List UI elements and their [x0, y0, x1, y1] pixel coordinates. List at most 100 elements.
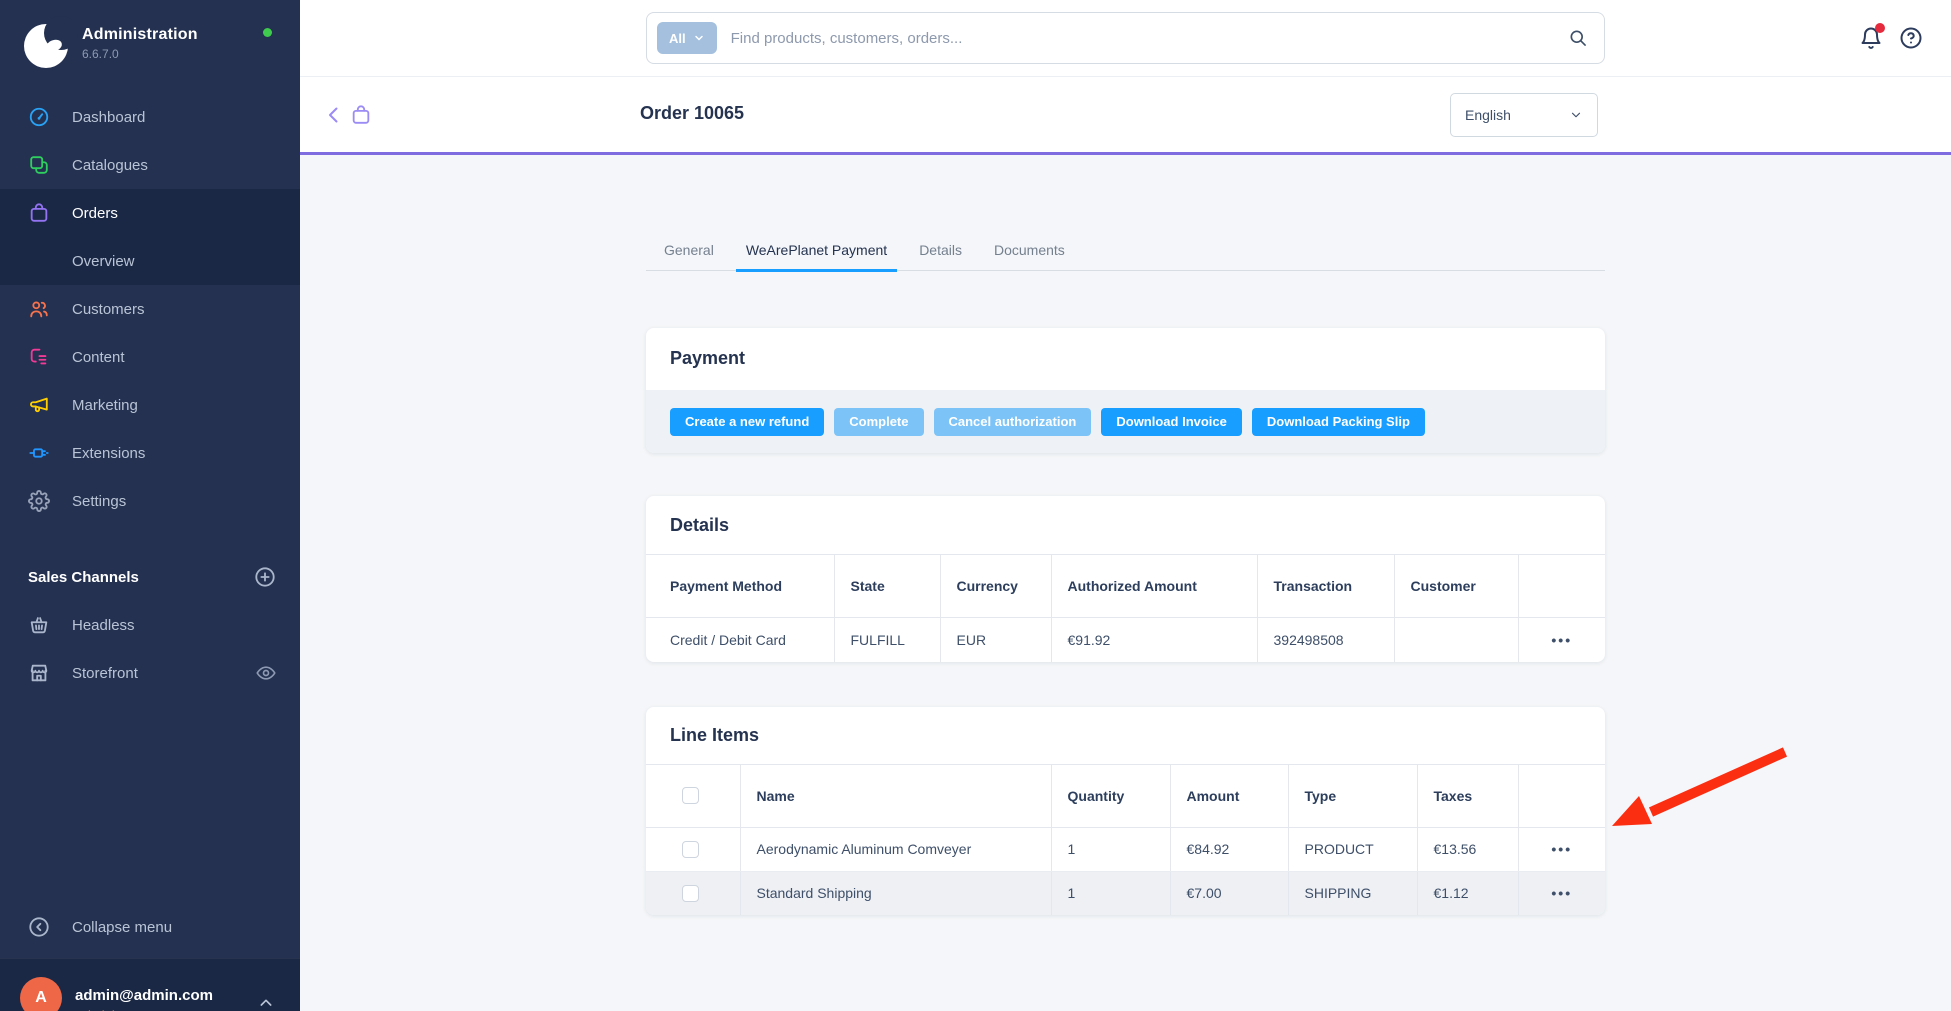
order-detail-content: General WeArePlanet Payment Details Docu…	[300, 158, 1951, 1011]
language-select[interactable]: English	[1450, 93, 1598, 137]
chevron-up-icon	[258, 995, 274, 1011]
cell-quantity: 1	[1051, 827, 1170, 871]
user-menu[interactable]: A admin@admin.com Administrator	[0, 958, 300, 1011]
sidebar-item-content[interactable]: Content	[0, 333, 300, 381]
online-status-dot	[263, 28, 272, 37]
tab-details[interactable]: Details	[909, 234, 972, 272]
column-header: Payment Method	[646, 555, 834, 618]
order-module-bag-icon[interactable]	[350, 104, 372, 126]
help-button[interactable]	[1899, 26, 1923, 50]
cancel-authorization-button[interactable]: Cancel authorization	[934, 408, 1092, 436]
cell-amount: €7.00	[1170, 871, 1288, 915]
line-items-card: Line Items Name Quantity Amount Type Tax…	[646, 707, 1605, 916]
download-packing-slip-button[interactable]: Download Packing Slip	[1252, 408, 1425, 436]
row-checkbox[interactable]	[682, 841, 699, 858]
avatar: A	[20, 977, 62, 1011]
shopware-logo-icon	[24, 24, 68, 68]
column-header: Taxes	[1417, 764, 1518, 827]
column-header: Amount	[1170, 764, 1288, 827]
column-header: Customer	[1394, 555, 1518, 618]
column-header: Currency	[940, 555, 1051, 618]
line-items-table: Name Quantity Amount Type Taxes Aerodyna…	[646, 764, 1605, 916]
search-input[interactable]	[731, 30, 1568, 47]
table-header-row: Payment Method State Currency Authorized…	[646, 555, 1605, 618]
table-row: Credit / Debit Card FULFILL EUR €91.92 3…	[646, 618, 1605, 662]
cell-amount: €84.92	[1170, 827, 1288, 871]
sidebar-item-customers[interactable]: Customers	[0, 285, 300, 333]
notification-badge	[1875, 23, 1885, 33]
details-card: Details Payment Method State Currency Au…	[646, 496, 1605, 662]
payment-details-table: Payment Method State Currency Authorized…	[646, 554, 1605, 662]
cell-type: PRODUCT	[1288, 827, 1417, 871]
main-navigation: Dashboard Catalogues Orders Overview Cus…	[0, 93, 300, 697]
page-title: Order 10065	[640, 103, 744, 124]
tab-weareplanet-payment[interactable]: WeArePlanet Payment	[736, 234, 897, 272]
sidebar-item-dashboard[interactable]: Dashboard	[0, 93, 300, 141]
column-header: State	[834, 555, 940, 618]
tab-general[interactable]: General	[654, 234, 724, 272]
sidebar-item-orders[interactable]: Orders	[0, 189, 300, 237]
column-header: Type	[1288, 764, 1417, 827]
sidebar-item-marketing[interactable]: Marketing	[0, 381, 300, 429]
sidebar-item-orders-overview[interactable]: Overview	[0, 237, 300, 285]
line-items-card-title: Line Items	[670, 725, 759, 746]
complete-button[interactable]: Complete	[834, 408, 923, 436]
context-menu-button[interactable]: •••	[1551, 841, 1572, 857]
cell-name: Aerodynamic Aluminum Comveyer	[740, 827, 1051, 871]
orders-active-section: Orders Overview	[0, 189, 300, 285]
sidebar-item-settings[interactable]: Settings	[0, 477, 300, 525]
sidebar: Administration 6.6.7.0 Dashboard Catalog…	[0, 0, 300, 1011]
download-invoice-button[interactable]: Download Invoice	[1101, 408, 1242, 436]
order-tabs: General WeArePlanet Payment Details Docu…	[646, 234, 1605, 271]
payment-card-title: Payment	[670, 348, 1581, 369]
marketing-megaphone-icon	[28, 394, 50, 416]
shopware-admin-app: { "app": { "name": "Administration", "ve…	[0, 0, 1951, 1011]
eye-icon[interactable]	[256, 663, 276, 683]
cell-transaction: 392498508	[1257, 618, 1394, 662]
table-header-row: Name Quantity Amount Type Taxes	[646, 764, 1605, 827]
sidebar-item-headless[interactable]: Headless	[0, 601, 300, 649]
cell-taxes: €13.56	[1417, 827, 1518, 871]
customers-icon	[28, 298, 50, 320]
search-filter-button[interactable]: All	[657, 22, 717, 54]
tab-documents[interactable]: Documents	[984, 234, 1075, 272]
back-button[interactable]	[322, 103, 346, 127]
chevron-left-icon	[322, 103, 346, 127]
plus-circle-icon[interactable]	[254, 566, 276, 588]
user-email: admin@admin.com	[75, 987, 213, 1004]
global-search[interactable]: All	[646, 12, 1605, 64]
context-menu-button[interactable]: •••	[1551, 885, 1572, 901]
sidebar-item-catalogues[interactable]: Catalogues	[0, 141, 300, 189]
app-version: 6.6.7.0	[82, 47, 198, 61]
payment-card: Payment Create a new refund Complete Can…	[646, 328, 1605, 453]
context-menu-button[interactable]: •••	[1551, 632, 1572, 648]
topbar: All	[300, 0, 1951, 77]
cell-state: FULFILL	[834, 618, 940, 662]
collapse-menu-button[interactable]: Collapse menu	[0, 903, 300, 951]
select-all-checkbox[interactable]	[682, 787, 699, 804]
topbar-icons	[1859, 26, 1923, 50]
brand-text: Administration 6.6.7.0	[82, 24, 198, 61]
details-card-title: Details	[670, 515, 729, 536]
cell-quantity: 1	[1051, 871, 1170, 915]
create-refund-button[interactable]: Create a new refund	[670, 408, 824, 436]
sidebar-item-storefront[interactable]: Storefront	[0, 649, 300, 697]
column-header: Authorized Amount	[1051, 555, 1257, 618]
brand-header: Administration 6.6.7.0	[0, 0, 300, 93]
chevron-down-icon	[693, 32, 705, 44]
cell-taxes: €1.12	[1417, 871, 1518, 915]
cell-type: SHIPPING	[1288, 871, 1417, 915]
sales-channels-header: Sales Channels	[0, 553, 300, 601]
sidebar-item-extensions[interactable]: Extensions	[0, 429, 300, 477]
column-header: Quantity	[1051, 764, 1170, 827]
cell-name: Standard Shipping	[740, 871, 1051, 915]
column-header: Name	[740, 764, 1051, 827]
storefront-icon	[28, 662, 50, 684]
search-icon[interactable]	[1568, 28, 1588, 48]
payment-actions: Create a new refund Complete Cancel auth…	[646, 390, 1605, 453]
row-checkbox[interactable]	[682, 885, 699, 902]
notifications-button[interactable]	[1859, 26, 1883, 50]
dashboard-icon	[28, 106, 50, 128]
column-header-actions	[1518, 764, 1605, 827]
cell-currency: EUR	[940, 618, 1051, 662]
